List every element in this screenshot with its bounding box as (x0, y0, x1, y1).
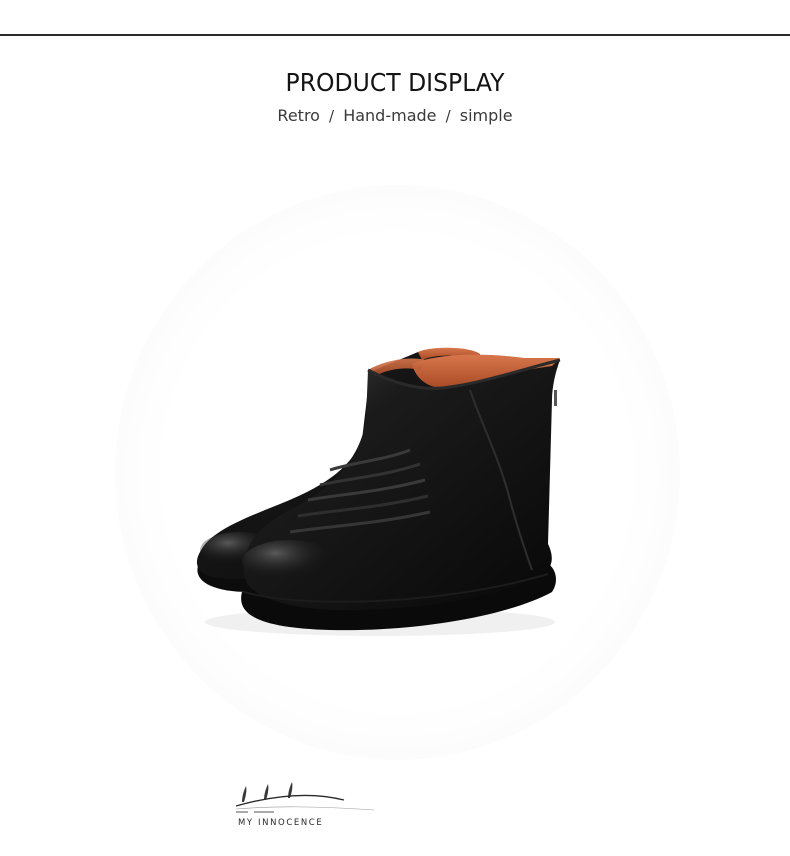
product-image (180, 330, 580, 650)
product-tags: Retro / Hand-made / simple (0, 106, 790, 125)
brand-logo: MY INNOCENCE (234, 776, 384, 838)
front-boot (241, 354, 561, 631)
tag-retro: Retro (277, 106, 320, 125)
tag-separator: / (329, 107, 335, 125)
grass-sprouts-icon (235, 782, 375, 813)
top-divider (0, 34, 790, 36)
tag-hand-made: Hand-made (343, 106, 437, 125)
tag-separator: / (445, 107, 451, 125)
brand-name: MY INNOCENCE (238, 818, 324, 828)
tag-simple: simple (459, 106, 513, 125)
page-title: PRODUCT DISPLAY (285, 68, 505, 97)
